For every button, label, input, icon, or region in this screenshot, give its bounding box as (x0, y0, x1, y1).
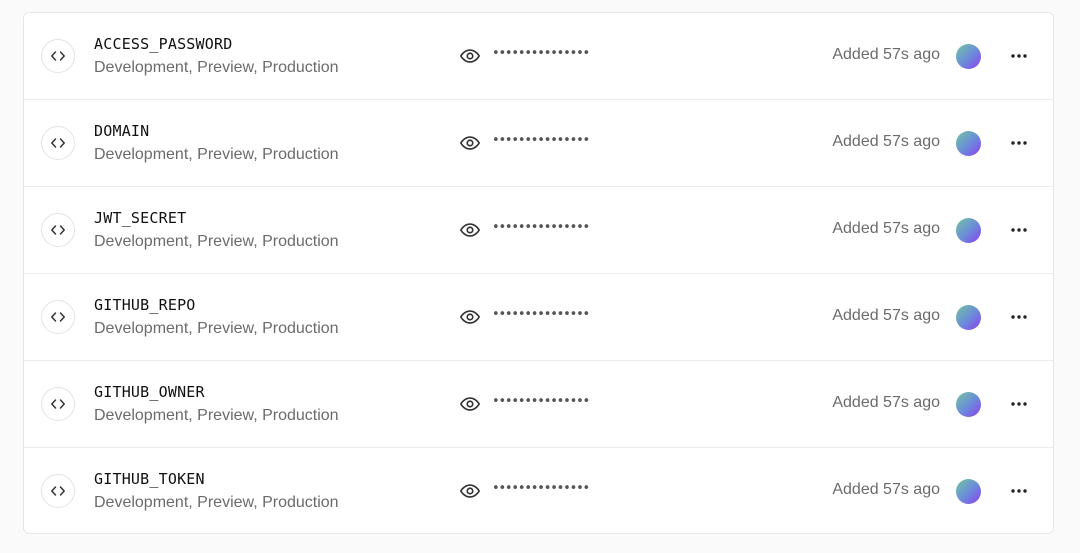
more-options-button[interactable] (1004, 307, 1034, 327)
env-variable-row: ACCESS_PASSWORD Development, Preview, Pr… (24, 13, 1053, 100)
more-horizontal-icon (1011, 54, 1027, 58)
reveal-value-button[interactable] (457, 480, 483, 502)
avatar (956, 131, 981, 156)
variable-environments: Development, Preview, Production (94, 146, 339, 163)
code-brackets-icon (41, 300, 75, 334)
more-options-button[interactable] (1004, 220, 1034, 240)
avatar (956, 392, 981, 417)
more-options-button[interactable] (1004, 133, 1034, 153)
more-options-button[interactable] (1004, 394, 1034, 414)
code-brackets-icon (41, 39, 75, 73)
added-timestamp: Added 57s ago (832, 394, 940, 411)
masked-value: ••••••••••••••• (492, 394, 590, 409)
env-variable-row: DOMAIN Development, Preview, Production … (24, 100, 1053, 187)
more-horizontal-icon (1011, 489, 1027, 493)
added-timestamp: Added 57s ago (832, 220, 940, 237)
added-timestamp: Added 57s ago (832, 307, 940, 324)
variable-name: GITHUB_TOKEN (94, 470, 205, 488)
variable-name: ACCESS_PASSWORD (94, 35, 233, 53)
variable-name: JWT_SECRET (94, 209, 187, 227)
reveal-value-button[interactable] (457, 306, 483, 328)
added-timestamp: Added 57s ago (832, 133, 940, 150)
avatar (956, 44, 981, 69)
more-horizontal-icon (1011, 228, 1027, 232)
eye-icon (460, 223, 480, 237)
avatar (956, 479, 981, 504)
eye-icon (460, 136, 480, 150)
eye-icon (460, 310, 480, 324)
variable-name: DOMAIN (94, 122, 150, 140)
variable-name: GITHUB_OWNER (94, 383, 205, 401)
code-brackets-icon (41, 126, 75, 160)
eye-icon (460, 484, 480, 498)
variable-name: GITHUB_REPO (94, 296, 196, 314)
variable-environments: Development, Preview, Production (94, 407, 339, 424)
env-variable-row: GITHUB_TOKEN Development, Preview, Produ… (24, 448, 1053, 533)
reveal-value-button[interactable] (457, 45, 483, 67)
more-horizontal-icon (1011, 141, 1027, 145)
env-variables-list: ACCESS_PASSWORD Development, Preview, Pr… (23, 12, 1054, 534)
reveal-value-button[interactable] (457, 393, 483, 415)
masked-value: ••••••••••••••• (492, 133, 590, 148)
code-brackets-icon (41, 213, 75, 247)
added-timestamp: Added 57s ago (832, 46, 940, 63)
env-variable-row: GITHUB_OWNER Development, Preview, Produ… (24, 361, 1053, 448)
env-variable-row: GITHUB_REPO Development, Preview, Produc… (24, 274, 1053, 361)
masked-value: ••••••••••••••• (492, 307, 590, 322)
variable-environments: Development, Preview, Production (94, 233, 339, 250)
variable-environments: Development, Preview, Production (94, 494, 339, 511)
eye-icon (460, 397, 480, 411)
masked-value: ••••••••••••••• (492, 481, 590, 496)
variable-environments: Development, Preview, Production (94, 59, 339, 76)
more-options-button[interactable] (1004, 46, 1034, 66)
code-brackets-icon (41, 474, 75, 508)
avatar (956, 305, 981, 330)
code-brackets-icon (41, 387, 75, 421)
more-horizontal-icon (1011, 315, 1027, 319)
reveal-value-button[interactable] (457, 219, 483, 241)
env-variable-row: JWT_SECRET Development, Preview, Product… (24, 187, 1053, 274)
more-options-button[interactable] (1004, 481, 1034, 501)
more-horizontal-icon (1011, 402, 1027, 406)
eye-icon (460, 49, 480, 63)
avatar (956, 218, 981, 243)
variable-environments: Development, Preview, Production (94, 320, 339, 337)
masked-value: ••••••••••••••• (492, 220, 590, 235)
masked-value: ••••••••••••••• (492, 46, 590, 61)
added-timestamp: Added 57s ago (832, 481, 940, 498)
reveal-value-button[interactable] (457, 132, 483, 154)
